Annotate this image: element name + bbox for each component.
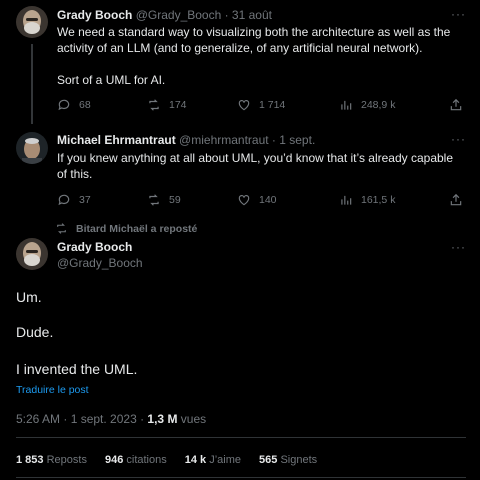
- repost-button[interactable]: 59: [147, 193, 181, 207]
- translate-link[interactable]: Traduire le post: [16, 384, 89, 396]
- engagement-stats: 1 853 Reposts 946 citations 14 k J’aime …: [16, 454, 317, 466]
- author-meta[interactable]: @miehrmantraut · 1 sept.: [179, 133, 315, 147]
- reply-count: 37: [79, 194, 91, 206]
- like-button[interactable]: 1 714: [237, 98, 285, 112]
- author-meta[interactable]: @Grady_Booch · 31 août: [136, 8, 272, 22]
- avatar-image: [16, 132, 48, 164]
- tweet-text-line: If you knew anything at all about UML, y…: [57, 151, 454, 165]
- tweet-header: Michael Ehrmantraut @miehrmantraut · 1 s…: [57, 133, 315, 147]
- reply-button[interactable]: 68: [57, 98, 91, 112]
- like-count: 140: [259, 194, 277, 206]
- repost-count: 59: [169, 194, 181, 206]
- divider: [16, 437, 466, 438]
- tweet-text-line: We need a standard way to visualizing bo…: [57, 25, 451, 39]
- views-count: 1,3 M: [147, 412, 178, 426]
- likes-stat-count: 14 k: [184, 454, 207, 466]
- author-name[interactable]: Grady Booch: [57, 240, 132, 254]
- repost-icon: [149, 194, 159, 206]
- quotes-stat-label: citations: [126, 454, 167, 466]
- action-bar: 37 59 140 161,5 k: [57, 193, 467, 209]
- views-button[interactable]: 161,5 k: [339, 193, 395, 207]
- author-name[interactable]: Grady Booch: [57, 8, 132, 22]
- tweet-text-line: of this.: [57, 167, 93, 181]
- reply-icon: [58, 194, 70, 206]
- share-button[interactable]: [449, 193, 463, 207]
- reposts-stat-label: Reposts: [46, 454, 87, 466]
- bookmarks-stat-count: 565: [259, 454, 278, 466]
- author-handle[interactable]: @Grady_Booch: [57, 256, 143, 270]
- views-chart-icon: [341, 100, 352, 110]
- reply-icon: [58, 99, 70, 111]
- more-icon[interactable]: ···: [451, 7, 466, 21]
- share-icon: [450, 193, 462, 206]
- thread-line: [31, 44, 33, 124]
- timestamp: 5:26 AM · 1 sept. 2023 · 1,3 M vues: [16, 412, 206, 426]
- reply-button[interactable]: 37: [57, 193, 91, 207]
- tweet-text-line: activity of an LLM (and to generalize, o…: [57, 41, 423, 55]
- views-button[interactable]: 248,9 k: [339, 98, 395, 112]
- action-bar: 68 174 1 714 248,9 k: [57, 98, 467, 114]
- tweet-text: If you knew anything at all about UML, y…: [57, 150, 467, 182]
- bookmarks-stat[interactable]: 565 Signets: [259, 454, 317, 466]
- heart-icon: [238, 195, 250, 206]
- repost-button[interactable]: 174: [147, 98, 187, 112]
- bookmarks-stat-label: Signets: [280, 454, 318, 466]
- like-button[interactable]: 140: [237, 193, 277, 207]
- heart-icon: [238, 100, 250, 111]
- avatar-image: [16, 238, 48, 270]
- author-name[interactable]: Michael Ehrmantraut: [57, 133, 176, 147]
- likes-stat[interactable]: 14 k J’aime: [185, 454, 241, 466]
- post-time[interactable]: 5:26 AM · 1 sept. 2023 ·: [16, 412, 147, 426]
- share-button[interactable]: [449, 98, 463, 112]
- tweet-text-line: Dude.: [16, 324, 54, 340]
- views-chart-icon: [341, 195, 352, 205]
- tweet-text-line: Sort of a UML for AI.: [57, 73, 166, 87]
- tweet-header: Grady Booch @Grady_Booch · 31 août: [57, 8, 272, 22]
- view-count: 161,5 k: [361, 194, 396, 206]
- tweet-text: We need a standard way to visualizing bo…: [57, 24, 467, 88]
- more-icon[interactable]: ···: [451, 240, 466, 254]
- share-icon: [450, 98, 462, 111]
- avatar[interactable]: [16, 238, 48, 270]
- avatar[interactable]: [16, 6, 48, 38]
- repost-icon: [149, 99, 159, 111]
- avatar[interactable]: [16, 132, 48, 164]
- repost-icon: [57, 223, 66, 234]
- quotes-stat-count: 946: [104, 454, 124, 466]
- avatar-image: [16, 6, 48, 38]
- reply-count: 68: [79, 99, 91, 111]
- reposts-stat[interactable]: 1 853 Reposts: [16, 454, 87, 466]
- divider: [16, 477, 466, 478]
- tweet-text-line: Um.: [16, 289, 42, 305]
- quotes-stat[interactable]: 946 citations: [105, 454, 167, 466]
- likes-stat-label: J’aime: [209, 454, 242, 466]
- more-icon[interactable]: ···: [451, 132, 466, 146]
- repost-note[interactable]: Bitard Michaël a reposté: [55, 222, 197, 235]
- reposts-stat-count: 1 853: [16, 454, 44, 466]
- tweet-text-line: I invented the UML.: [16, 361, 138, 377]
- like-count: 1 714: [259, 99, 286, 111]
- repost-count: 174: [169, 99, 187, 111]
- views-label: vues: [177, 412, 207, 426]
- view-count: 248,9 k: [361, 99, 396, 111]
- repost-note-text: Bitard Michaël a reposté: [76, 222, 198, 235]
